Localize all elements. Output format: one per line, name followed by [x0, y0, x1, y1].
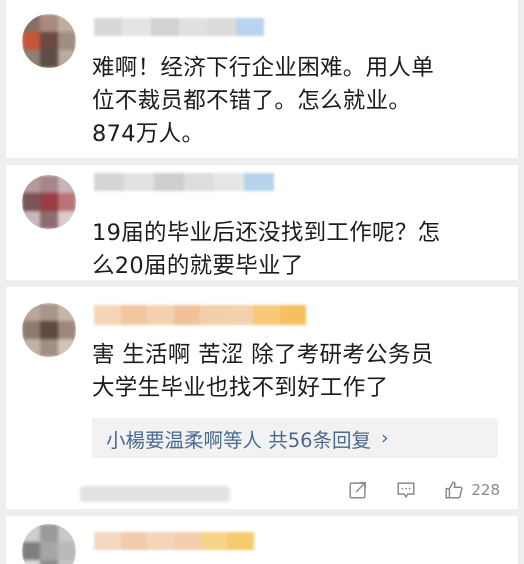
comment-card: 害 生活啊 苦涩 除了考研考公务员 大学生毕业也找不到好工作了 小楊要温柔啊等人…: [6, 287, 518, 509]
username-blurred[interactable]: [94, 532, 255, 550]
like-button[interactable]: 228: [443, 479, 500, 501]
replies-link[interactable]: 小楊要温柔啊等人 共56条回复 ›: [92, 418, 498, 458]
avatar[interactable]: [22, 524, 76, 564]
comment-text: 害 生活啊 苦涩 除了考研考公务员 大学生毕业也找不到好工作了: [92, 342, 434, 401]
username-blurred[interactable]: [94, 173, 274, 191]
replies-label: 小楊要温柔啊等人 共56条回复: [106, 428, 372, 452]
like-count: 228: [471, 481, 500, 499]
avatar[interactable]: [22, 14, 76, 68]
comment-card: 19届的毕业后还没找到工作呢？怎 么20届的就要毕业了: [6, 165, 518, 280]
comment-actions: 228: [347, 479, 500, 501]
avatar[interactable]: [22, 303, 76, 357]
chevron-right-icon: ›: [381, 427, 389, 449]
thumbs-up-icon: [445, 481, 463, 499]
comment-icon[interactable]: [395, 479, 417, 501]
blurred-text: [80, 486, 230, 502]
share-icon[interactable]: [347, 479, 369, 501]
comment-card: 难啊！经济下行企业困难。用人单 位不裁员都不错了。怎么就业。 874万人。: [6, 0, 518, 158]
comment-text: 难啊！经济下行企业困难。用人单 位不裁员都不错了。怎么就业。 874万人。: [92, 55, 435, 147]
comment-text: 19届的毕业后还没找到工作呢？怎 么20届的就要毕业了: [92, 220, 441, 279]
avatar[interactable]: [22, 175, 76, 229]
comment-card: [6, 516, 518, 564]
username-blurred[interactable]: [94, 18, 264, 36]
username-blurred[interactable]: [94, 305, 306, 325]
